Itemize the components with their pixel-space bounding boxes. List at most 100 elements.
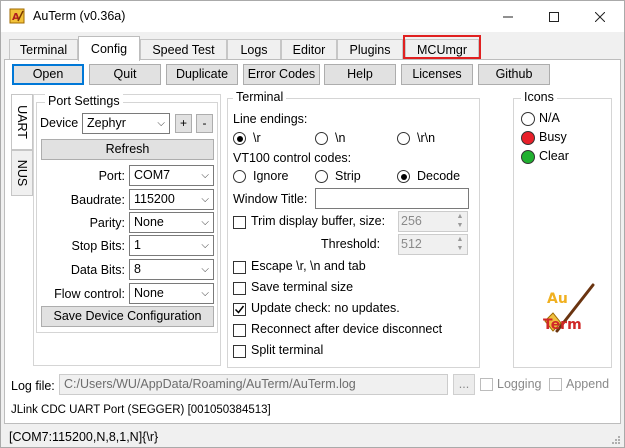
close-icon xyxy=(595,11,605,22)
vt100-ignore-radio[interactable] xyxy=(233,170,246,183)
icons-legend: Icons xyxy=(521,90,557,104)
chevron-down-icon: ⌵ xyxy=(201,288,209,299)
svg-text:A: A xyxy=(12,12,20,23)
chevron-down-icon: ⌵ xyxy=(201,194,209,205)
spin-arrows-icon: ▲ ▼ xyxy=(456,213,464,229)
duplicate-button[interactable]: Duplicate xyxy=(166,64,238,85)
vt100-strip-radio[interactable] xyxy=(315,170,328,183)
tab-speed-test[interactable]: Speed Test xyxy=(140,39,227,60)
reconnect-label: Reconnect after device disconnect xyxy=(251,322,443,336)
terminal-legend: Terminal xyxy=(233,90,287,104)
quit-button[interactable]: Quit xyxy=(89,64,161,85)
reconnect-checkbox[interactable] xyxy=(233,324,246,337)
status-busy-label: Busy xyxy=(539,130,567,144)
update-check-checkbox[interactable] xyxy=(233,303,246,316)
split-terminal-label: Split terminal xyxy=(251,343,324,357)
status-clear-label: Clear xyxy=(539,149,569,163)
chevron-down-icon: ⌵ xyxy=(157,118,165,129)
open-button[interactable]: Open xyxy=(12,64,84,85)
escape-label: Escape \r, \n and tab xyxy=(251,259,366,273)
save-device-config-button[interactable]: Save Device Configuration xyxy=(41,306,214,327)
tab-config[interactable]: Config xyxy=(78,36,140,61)
threshold-spinbox[interactable]: 512 ▲ ▼ xyxy=(398,234,468,255)
maximize-button[interactable] xyxy=(531,1,577,32)
trim-buffer-checkbox[interactable] xyxy=(233,216,246,229)
port-select[interactable]: COM7 ⌵ xyxy=(129,165,214,186)
close-button[interactable] xyxy=(577,1,623,32)
stop-bits-select[interactable]: 1 ⌵ xyxy=(129,235,214,256)
data-bits-select-value: 8 xyxy=(134,262,141,276)
save-terminal-size-checkbox[interactable] xyxy=(233,282,246,295)
tab-terminal[interactable]: Terminal xyxy=(9,39,78,60)
app-logo-icon: A xyxy=(9,8,25,24)
add-device-button[interactable]: + xyxy=(175,114,192,133)
checkmark-icon xyxy=(234,305,245,314)
tab-logs[interactable]: Logs xyxy=(227,39,281,60)
svg-text:Term: Term xyxy=(543,317,582,333)
mcumgr-tab-highlight xyxy=(403,35,481,59)
parity-select[interactable]: None ⌵ xyxy=(129,212,214,233)
side-tab-nus-label: NUS xyxy=(15,159,29,187)
parity-label: Parity: xyxy=(89,216,125,230)
save-terminal-size-label: Save terminal size xyxy=(251,280,354,294)
resize-grip-icon[interactable] xyxy=(611,435,621,445)
svg-text:Au: Au xyxy=(547,291,568,307)
window-title-input[interactable] xyxy=(315,188,469,209)
status-clear-icon xyxy=(521,150,535,164)
flow-control-select[interactable]: None ⌵ xyxy=(129,283,214,304)
browse-log-button[interactable]: ... xyxy=(453,374,475,395)
trim-size-spinbox[interactable]: 256 ▲ ▼ xyxy=(398,211,468,232)
trim-size-value: 256 xyxy=(401,214,422,228)
flow-control-select-value: None xyxy=(134,286,164,300)
side-tab-uart-label: UART xyxy=(15,105,29,139)
chevron-down-icon: ⌵ xyxy=(201,217,209,228)
side-tab-uart[interactable]: UART xyxy=(11,94,33,150)
line-ending-n-radio[interactable] xyxy=(315,132,328,145)
line-endings-label: Line endings: xyxy=(233,112,308,126)
minimize-icon xyxy=(503,16,513,17)
help-button[interactable]: Help xyxy=(324,64,396,85)
tab-editor[interactable]: Editor xyxy=(281,39,337,60)
licenses-button[interactable]: Licenses xyxy=(401,64,473,85)
data-bits-select[interactable]: 8 ⌵ xyxy=(129,259,214,280)
status-bar: [COM7:115200,N,8,1,N]{\r} xyxy=(1,425,624,447)
update-check-label: Update check: no updates. xyxy=(251,301,400,315)
chevron-down-icon: ⌵ xyxy=(201,170,209,181)
threshold-label: Threshold: xyxy=(321,237,381,251)
baudrate-select[interactable]: 115200 ⌵ xyxy=(129,189,214,210)
device-label: Device xyxy=(40,116,79,130)
auterm-logo-icon: Au Term xyxy=(543,283,595,333)
status-bar-text: [COM7:115200,N,8,1,N]{\r} xyxy=(9,430,159,444)
port-select-value: COM7 xyxy=(134,168,171,182)
error-codes-button[interactable]: Error Codes xyxy=(243,64,320,85)
vt100-decode-radio[interactable] xyxy=(397,170,410,183)
side-tab-nus[interactable]: NUS xyxy=(11,150,33,196)
tab-plugins[interactable]: Plugins xyxy=(337,39,403,60)
remove-device-button[interactable]: - xyxy=(196,114,213,133)
flow-control-label: Flow control: xyxy=(54,287,125,301)
github-button[interactable]: Github xyxy=(478,64,550,85)
log-file-label: Log file: xyxy=(11,379,55,393)
vt100-strip-label: Strip xyxy=(335,169,361,183)
line-ending-n-label: \n xyxy=(335,131,346,145)
data-bits-label: Data Bits: xyxy=(70,263,125,277)
maximize-icon xyxy=(549,11,559,22)
line-ending-rn-radio[interactable] xyxy=(397,132,410,145)
chevron-down-icon: ⌵ xyxy=(201,240,209,251)
vt100-ignore-label: Ignore xyxy=(253,169,289,183)
logging-checkbox[interactable] xyxy=(480,378,493,391)
refresh-button[interactable]: Refresh xyxy=(41,139,214,160)
vt100-decode-label: Decode xyxy=(417,169,461,183)
title-bar: A AuTerm (v0.36a) xyxy=(1,1,624,32)
device-select[interactable]: Zephyr ⌵ xyxy=(82,113,170,134)
threshold-value: 512 xyxy=(401,237,422,251)
port-settings-legend: Port Settings xyxy=(45,94,123,108)
status-na-icon xyxy=(521,112,535,126)
line-ending-r-radio[interactable] xyxy=(233,132,246,145)
append-checkbox[interactable] xyxy=(549,378,562,391)
device-info-text: JLink CDC UART Port (SEGGER) [0010503845… xyxy=(11,404,271,416)
log-file-path-input[interactable]: C:/Users/WU/AppData/Roaming/AuTerm/AuTer… xyxy=(59,374,448,395)
split-terminal-checkbox[interactable] xyxy=(233,345,246,358)
escape-checkbox[interactable] xyxy=(233,261,246,274)
minimize-button[interactable] xyxy=(485,1,531,32)
